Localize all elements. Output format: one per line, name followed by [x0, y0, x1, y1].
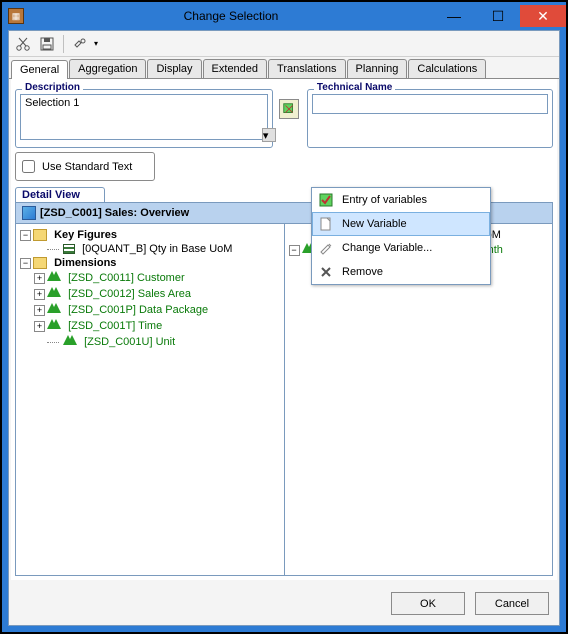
menu-change-variable[interactable]: Change Variable... [312, 236, 490, 260]
minimize-button[interactable]: — [432, 5, 476, 27]
tree-item[interactable]: [ZSD_C001P] Data Package [68, 304, 208, 316]
source-tree[interactable]: − Key Figures [0QUANT_B] Qty in Base UoM… [16, 224, 285, 575]
expand-icon[interactable]: + [34, 273, 45, 284]
cube-icon [22, 206, 36, 220]
tab-aggregation[interactable]: Aggregation [69, 59, 146, 78]
cancel-button[interactable]: Cancel [475, 592, 549, 615]
context-menu: Entry of variables New Variable Change V… [311, 187, 491, 285]
cut-icon[interactable] [13, 34, 33, 54]
tab-display[interactable]: Display [147, 59, 201, 78]
use-standard-text-label: Use Standard Text [42, 161, 132, 173]
description-label: Description [22, 82, 83, 93]
expand-icon[interactable]: + [34, 321, 45, 332]
scroll-thumb-icon[interactable]: ▾ [262, 128, 276, 142]
key-figures-node[interactable]: Key Figures [54, 229, 117, 241]
technical-name-label: Technical Name [314, 82, 395, 93]
description-input[interactable] [20, 94, 268, 140]
tab-planning[interactable]: Planning [347, 59, 408, 78]
expand-icon[interactable]: − [20, 230, 31, 241]
tab-calculations[interactable]: Calculations [408, 59, 486, 78]
expand-icon[interactable]: − [20, 258, 31, 269]
tree-item[interactable]: [ZSD_C001T] Time [68, 320, 162, 332]
keyfigure-icon [63, 244, 75, 254]
toolbar: ▾ [9, 31, 559, 57]
folder-icon [33, 257, 47, 269]
tree-item[interactable]: [ZSD_C001U] Unit [84, 336, 175, 348]
titlebar[interactable]: ▦ Change Selection — ☐ ✕ [2, 2, 566, 30]
tree-item[interactable]: [0QUANT_B] Qty in Base UoM [82, 243, 232, 255]
menu-entry-of-variables[interactable]: Entry of variables [312, 188, 490, 212]
menu-label: Remove [342, 266, 383, 278]
ok-button[interactable]: OK [391, 592, 465, 615]
folder-icon [33, 229, 47, 241]
tree-item[interactable]: [ZSD_C0012] Sales Area [68, 288, 191, 300]
use-standard-text-box[interactable] [22, 160, 35, 173]
dimension-icon [47, 319, 61, 333]
close-button[interactable]: ✕ [520, 5, 566, 27]
app-icon: ▦ [8, 8, 24, 24]
dimension-icon [47, 271, 61, 285]
remove-icon [318, 264, 334, 280]
dimension-icon [63, 335, 77, 349]
technical-name-input[interactable] [312, 94, 548, 114]
dimension-icon [47, 287, 61, 301]
change-variable-icon [318, 240, 334, 256]
tab-extended[interactable]: Extended [203, 59, 267, 78]
tab-general[interactable]: General [11, 60, 68, 79]
expand-icon[interactable]: − [289, 245, 300, 256]
dimension-icon [47, 303, 61, 317]
expand-icon[interactable]: + [34, 305, 45, 316]
maximize-button[interactable]: ☐ [476, 5, 520, 27]
use-standard-text-checkbox[interactable]: Use Standard Text [15, 152, 155, 181]
menu-label: New Variable [342, 218, 407, 230]
tree-item[interactable]: [ZSD_C0011] Customer [68, 272, 185, 284]
menu-remove[interactable]: Remove [312, 260, 490, 284]
detail-view-title: [ZSD_C001] Sales: Overview [40, 207, 189, 219]
menu-new-variable[interactable]: New Variable [312, 212, 490, 236]
detail-view-label: Detail View [15, 187, 105, 202]
variable-dropdown-button[interactable] [279, 99, 299, 119]
entry-variables-icon [318, 192, 334, 208]
expand-icon[interactable]: + [34, 289, 45, 300]
menu-label: Entry of variables [342, 194, 427, 206]
new-variable-icon [318, 216, 334, 232]
tab-strip: General Aggregation Display Extended Tra… [9, 57, 559, 79]
save-icon[interactable] [37, 34, 57, 54]
menu-label: Change Variable... [342, 242, 432, 254]
window-title: Change Selection [30, 9, 432, 23]
properties-icon[interactable] [70, 34, 90, 54]
dimensions-node[interactable]: Dimensions [54, 257, 116, 269]
tab-translations[interactable]: Translations [268, 59, 346, 78]
